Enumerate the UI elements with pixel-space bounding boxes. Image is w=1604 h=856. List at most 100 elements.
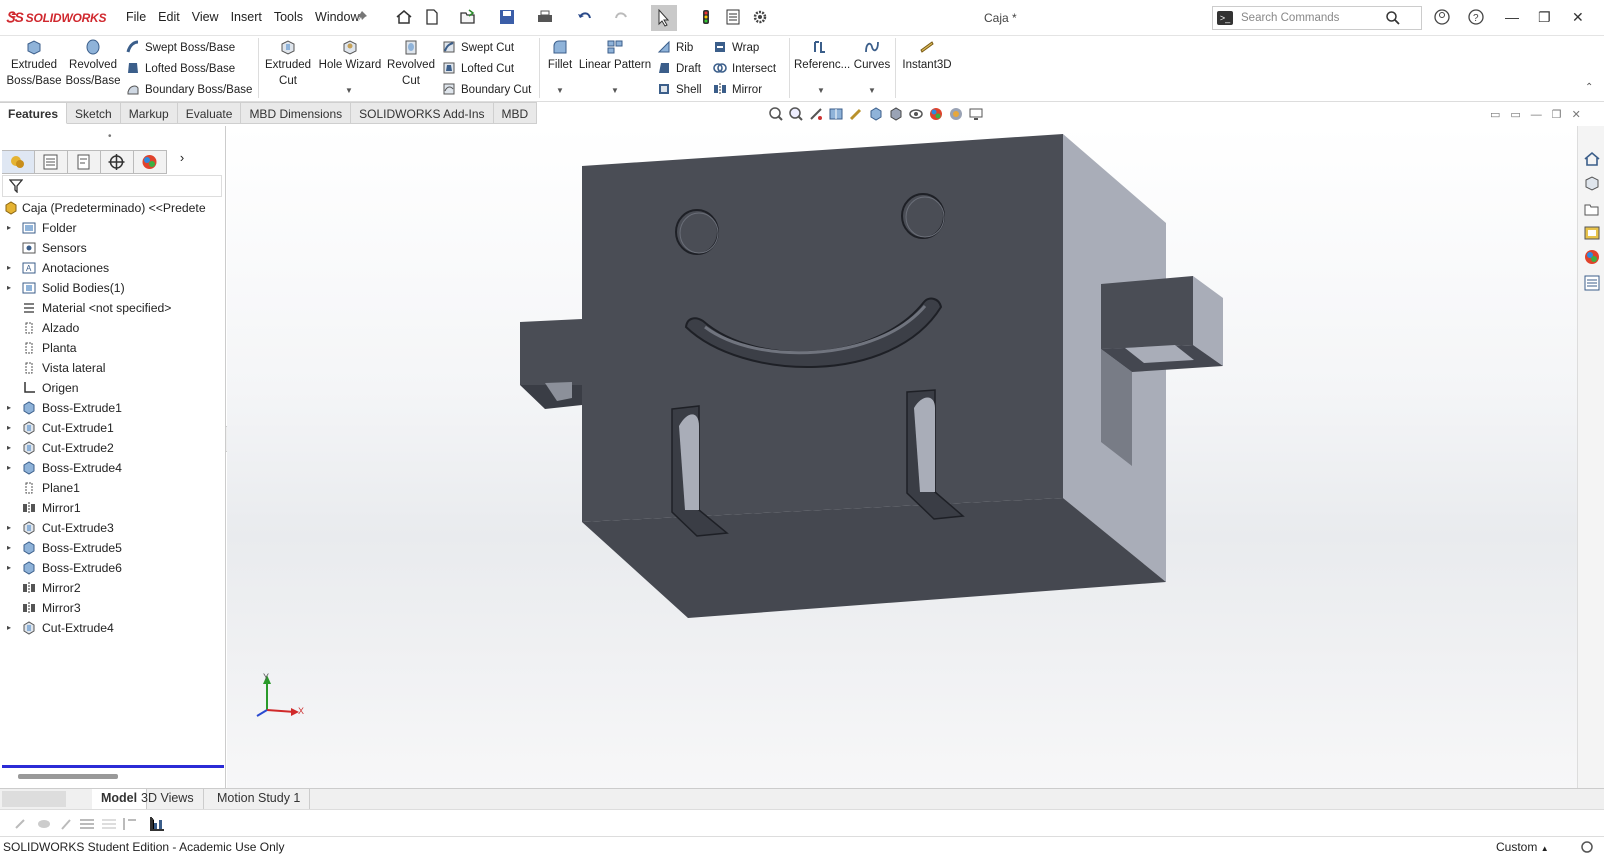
print-icon[interactable]	[536, 8, 554, 26]
tree-filter-field[interactable]	[2, 175, 222, 197]
search-icon[interactable]	[1385, 10, 1401, 26]
tree-item[interactable]: Sensors	[0, 238, 224, 258]
solidworks-resources-home-icon[interactable]	[1583, 150, 1601, 168]
expand-arrow-icon[interactable]: ▸	[7, 538, 11, 558]
graph-axes-icon[interactable]	[148, 815, 166, 833]
zoom-to-area-icon[interactable]	[788, 106, 804, 122]
tree-item[interactable]: ▸ A Anotaciones	[0, 258, 224, 278]
save-icon[interactable]	[498, 8, 516, 26]
tree-item[interactable]: ▸ Solid Bodies(1)	[0, 278, 224, 298]
minimize-button[interactable]: —	[1505, 9, 1519, 25]
curves-dropdown[interactable]: ▼	[868, 86, 876, 95]
shell-button[interactable]: Shell	[657, 82, 702, 96]
tree-item[interactable]: Mirror1	[0, 498, 224, 518]
hole-wizard-button[interactable]: Hole Wizard	[317, 38, 383, 73]
tree-item[interactable]: ▸ Boss-Extrude5	[0, 538, 224, 558]
home-icon[interactable]	[395, 8, 413, 26]
tree-item[interactable]: ▸ Cut-Extrude2	[0, 438, 224, 458]
expand-arrow-icon[interactable]: ▸	[7, 438, 11, 458]
mirror-button[interactable]: Mirror	[713, 82, 762, 96]
expand-arrow-icon[interactable]: ▸	[7, 218, 11, 238]
tab-mbd-dimensions[interactable]: MBD Dimensions	[241, 102, 352, 124]
view-palette-icon[interactable]	[1583, 224, 1601, 242]
edit-appearance-icon[interactable]	[928, 106, 944, 122]
tree-item[interactable]: Planta	[0, 338, 224, 358]
tree-item[interactable]: ▸ Cut-Extrude4	[0, 618, 224, 638]
revolved-boss-button[interactable]: Revolved Boss/Base	[65, 38, 121, 89]
help-icon[interactable]: ?	[1467, 8, 1485, 26]
swept-boss-button[interactable]: Swept Boss/Base	[126, 40, 235, 54]
close-button[interactable]: ✕	[1572, 9, 1584, 26]
restore-button[interactable]: ❐	[1538, 9, 1551, 26]
panel-tabs-more-chevron-icon[interactable]: ›	[167, 150, 197, 174]
draft-button[interactable]: Draft	[657, 61, 701, 75]
custom-properties-icon[interactable]	[1583, 274, 1601, 292]
linear-pattern-dropdown[interactable]: ▼	[611, 86, 619, 95]
instant3d-button[interactable]: Instant3D	[899, 38, 955, 73]
menu-insert[interactable]: Insert	[225, 10, 268, 24]
design-library-icon[interactable]	[1583, 174, 1601, 192]
revolved-cut-button[interactable]: Revolved Cut	[385, 38, 437, 89]
tree-item[interactable]: Mirror2	[0, 578, 224, 598]
menu-view[interactable]: View	[186, 10, 225, 24]
tab-evaluate[interactable]: Evaluate	[177, 102, 242, 124]
file-explorer-icon[interactable]	[1583, 200, 1601, 218]
appearances-scenes-icon[interactable]	[1583, 248, 1601, 266]
expand-arrow-icon[interactable]: ▸	[7, 558, 11, 578]
menu-file[interactable]: File	[120, 10, 152, 24]
fillet-dropdown[interactable]: ▼	[556, 86, 564, 95]
redo-icon[interactable]	[612, 8, 630, 26]
tree-item[interactable]: ▸ Boss-Extrude4	[0, 458, 224, 478]
tree-item[interactable]: ▸ Cut-Extrude3	[0, 518, 224, 538]
section-view-icon[interactable]	[828, 106, 844, 122]
feature-manager-tab[interactable]	[2, 150, 35, 174]
status-settings-icon[interactable]	[1580, 840, 1594, 854]
tree-item[interactable]: Vista lateral	[0, 358, 224, 378]
dynamic-annotation-icon[interactable]	[848, 106, 864, 122]
tree-item[interactable]: Origen	[0, 378, 224, 398]
open-icon[interactable]	[459, 8, 477, 26]
expand-arrow-icon[interactable]: ▸	[7, 458, 11, 478]
tree-item[interactable]: Mirror3	[0, 598, 224, 618]
expand-arrow-icon[interactable]: ▸	[7, 418, 11, 438]
tab-mbd[interactable]: MBD	[493, 102, 538, 124]
tab-features[interactable]: Features	[0, 102, 68, 124]
menu-edit[interactable]: Edit	[152, 10, 186, 24]
tab-markup[interactable]: Markup	[120, 102, 178, 124]
tree-item[interactable]: ▸ Cut-Extrude1	[0, 418, 224, 438]
rebuild-icon[interactable]	[697, 8, 715, 26]
zoom-to-fit-icon[interactable]	[768, 106, 784, 122]
undo-icon[interactable]	[576, 8, 594, 26]
intersect-button[interactable]: Intersect	[713, 61, 776, 75]
previous-view-icon[interactable]	[808, 106, 824, 122]
file-properties-icon[interactable]	[724, 8, 742, 26]
graphics-area[interactable]: Y X	[227, 126, 1577, 788]
reference-geometry-button[interactable]: Referenc...	[794, 38, 850, 73]
reference-dropdown[interactable]: ▼	[817, 86, 825, 95]
expand-arrow-icon[interactable]: ▸	[7, 398, 11, 418]
expand-arrow-icon[interactable]: ▸	[7, 618, 11, 638]
rollback-bar[interactable]	[2, 765, 224, 768]
tab-3d-views[interactable]: 3D Views	[132, 789, 204, 809]
view-orientation-icon[interactable]	[868, 106, 884, 122]
tree-item[interactable]: Material <not specified>	[0, 298, 224, 318]
configuration-manager-tab[interactable]	[68, 150, 101, 174]
tree-horizontal-scrollbar[interactable]	[18, 774, 118, 779]
extruded-boss-button[interactable]: Extruded Boss/Base	[6, 38, 62, 89]
view-settings-icon[interactable]	[968, 106, 984, 122]
tree-item[interactable]: ▸ Boss-Extrude1	[0, 398, 224, 418]
unit-system-selector[interactable]: Custom ▲	[1496, 840, 1549, 854]
curves-button[interactable]: Curves	[852, 38, 892, 73]
dimxpert-manager-tab[interactable]	[101, 150, 134, 174]
tree-item[interactable]: ▸ Folder	[0, 218, 224, 238]
expand-arrow-icon[interactable]: ▸	[7, 258, 11, 278]
options-gear-icon[interactable]	[751, 8, 769, 26]
linear-pattern-button[interactable]: Linear Pattern	[578, 38, 652, 73]
tree-item[interactable]: Caja (Predeterminado) <<Predete	[0, 198, 224, 218]
tab-motion-study-1[interactable]: Motion Study 1	[208, 789, 311, 809]
tree-item[interactable]: ▸ Boss-Extrude6	[0, 558, 224, 578]
rib-button[interactable]: Rib	[657, 40, 693, 54]
search-commands-field[interactable]: >_ Search Commands	[1212, 6, 1422, 30]
apply-scene-icon[interactable]	[948, 106, 964, 122]
display-style-icon[interactable]	[888, 106, 904, 122]
